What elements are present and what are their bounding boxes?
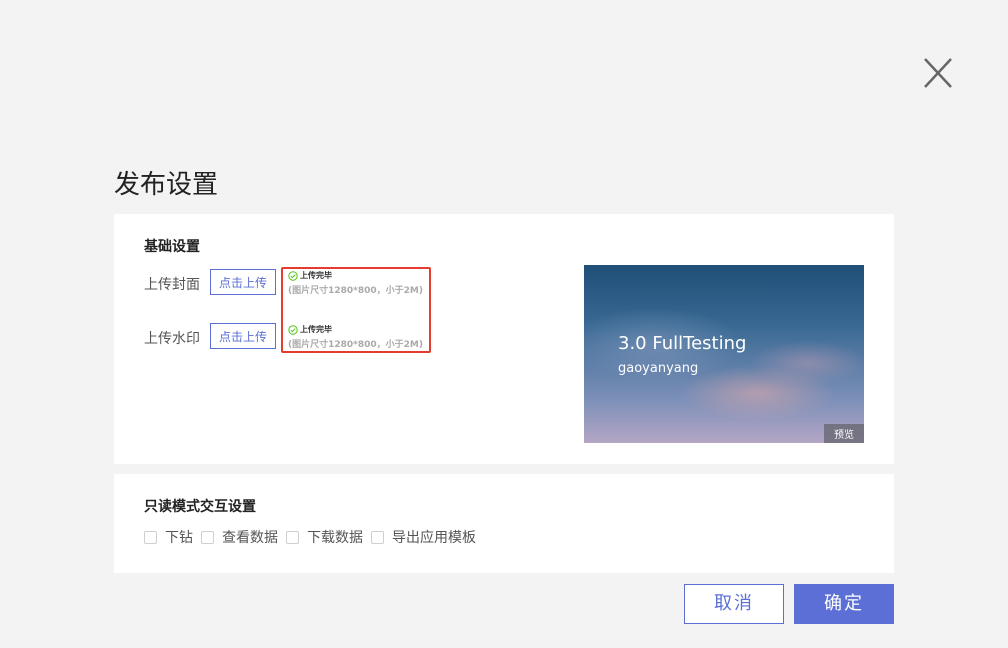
cover-size-hint: (图片尺寸1280*800，小于2M) bbox=[288, 286, 423, 296]
checkbox-box[interactable] bbox=[371, 530, 384, 544]
check-circle-icon bbox=[288, 324, 298, 335]
checkbox-box[interactable] bbox=[201, 530, 214, 544]
close-button[interactable] bbox=[920, 54, 956, 92]
check-circle-icon bbox=[288, 270, 298, 281]
view-data-checkbox[interactable]: 查看数据 bbox=[201, 527, 278, 547]
close-icon bbox=[924, 58, 952, 88]
checkbox-box[interactable] bbox=[144, 530, 157, 544]
download-data-checkbox[interactable]: 下载数据 bbox=[286, 527, 363, 547]
confirm-button[interactable]: 确定 bbox=[794, 584, 894, 624]
preview-subtitle: gaoyanyang bbox=[618, 361, 699, 376]
cancel-button[interactable]: 取消 bbox=[684, 584, 784, 624]
checkbox-label: 下钻 bbox=[165, 530, 193, 546]
checkbox-label: 查看数据 bbox=[222, 530, 278, 546]
preview-badge[interactable]: 预览 bbox=[824, 424, 864, 443]
watermark-upload-status: 上传完毕 (图片尺寸1280*800，小于2M) bbox=[288, 324, 423, 350]
drilldown-checkbox[interactable]: 下钻 bbox=[144, 527, 193, 547]
readonly-options: 下钻 查看数据 下载数据 导出应用模板 bbox=[144, 527, 484, 547]
watermark-size-hint: (图片尺寸1280*800，小于2M) bbox=[288, 340, 423, 350]
watermark-status-text: 上传完毕 bbox=[300, 325, 332, 334]
checkbox-label: 下载数据 bbox=[307, 530, 363, 546]
cover-status-text: 上传完毕 bbox=[300, 271, 332, 280]
readonly-settings-title: 只读模式交互设置 bbox=[144, 499, 256, 515]
basic-settings-title: 基础设置 bbox=[144, 239, 200, 255]
cover-upload-status: 上传完毕 (图片尺寸1280*800，小于2M) bbox=[288, 270, 423, 296]
checkbox-box[interactable] bbox=[286, 530, 299, 544]
checkbox-label: 导出应用模板 bbox=[392, 530, 476, 546]
cover-preview-image: 3.0 FullTesting gaoyanyang 预览 bbox=[584, 265, 864, 443]
upload-watermark-button[interactable]: 点击上传 bbox=[210, 323, 276, 349]
export-template-checkbox[interactable]: 导出应用模板 bbox=[371, 527, 476, 547]
preview-title: 3.0 FullTesting bbox=[618, 333, 747, 354]
upload-watermark-label: 上传水印 bbox=[144, 331, 200, 347]
upload-cover-label: 上传封面 bbox=[144, 277, 200, 293]
upload-cover-button[interactable]: 点击上传 bbox=[210, 269, 276, 295]
basic-settings-panel: 基础设置 上传封面 点击上传 上传水印 点击上传 上传完毕 (图片尺寸1280*… bbox=[114, 214, 894, 464]
readonly-settings-panel: 只读模式交互设置 下钻 查看数据 下载数据 导出应用模板 bbox=[114, 474, 894, 573]
page-title: 发布设置 bbox=[114, 170, 219, 200]
